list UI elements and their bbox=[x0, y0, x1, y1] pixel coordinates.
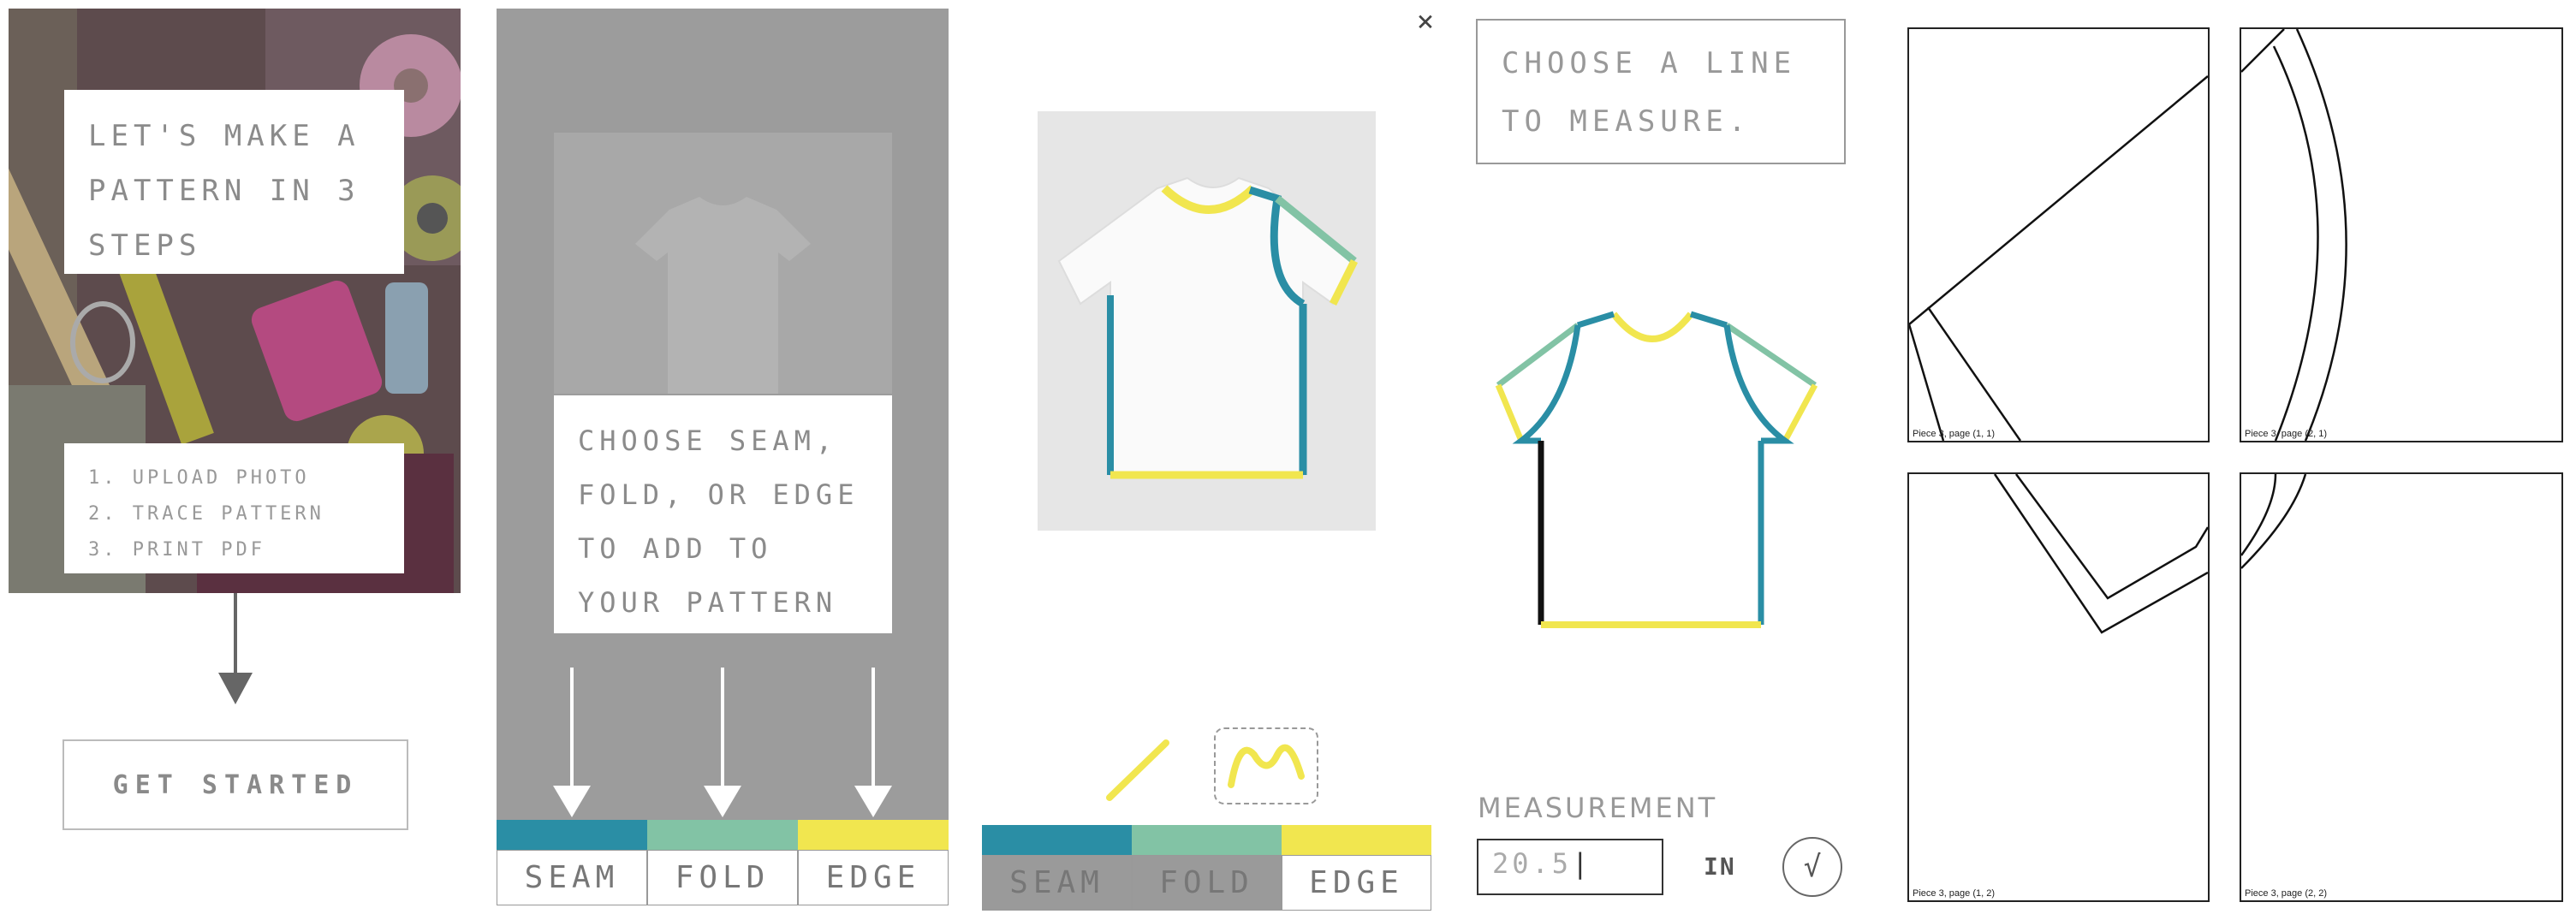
left-armhole-seam bbox=[1512, 324, 1581, 444]
collar-edge-line bbox=[1610, 312, 1694, 342]
pattern-piece-lines bbox=[2241, 474, 2307, 569]
p2-color-bar bbox=[497, 820, 949, 850]
seam-color-swatch bbox=[497, 820, 647, 850]
step-2: 2. TRACE PATTERN bbox=[88, 503, 324, 525]
tab-fold-label: FOLD bbox=[675, 860, 770, 895]
intro-title: LET'S MAKE A PATTERN IN 3 STEPS bbox=[64, 90, 404, 274]
right-sleeve-edge bbox=[1782, 383, 1818, 442]
page-label: Piece 3, page (1, 2) bbox=[1913, 888, 1996, 899]
edge-color-swatch bbox=[798, 820, 949, 850]
curve-line-icon bbox=[1228, 744, 1305, 788]
p2-tab-bar: SEAM FOLD EDGE bbox=[497, 850, 949, 905]
measurement-value: 20.5 bbox=[1492, 847, 1573, 880]
seam-color-swatch bbox=[982, 825, 1132, 855]
measurement-input[interactable]: 20.5| bbox=[1477, 839, 1663, 895]
traced-tshirt-icon bbox=[1057, 176, 1359, 479]
get-started-button[interactable]: GET STARTED bbox=[62, 739, 408, 830]
step-1: 1. UPLOAD PHOTO bbox=[88, 467, 310, 489]
steps-list: 1. UPLOAD PHOTO 2. TRACE PATTERN 3. PRIN… bbox=[64, 443, 404, 573]
tab-fold-label: FOLD bbox=[1159, 865, 1254, 900]
choose-line-instruction: CHOOSE A LINE TO MEASURE. bbox=[1476, 19, 1846, 164]
tab-fold[interactable]: FOLD bbox=[1132, 855, 1282, 911]
arrows-to-tabs bbox=[553, 668, 892, 817]
text-cursor: | bbox=[1572, 847, 1592, 880]
tab-seam-label: SEAM bbox=[1009, 865, 1104, 900]
straight-line-icon[interactable] bbox=[1104, 738, 1173, 802]
seam-fold-edge-instruction: CHOOSE SEAM, FOLD, OR EDGE TO ADD TO YOU… bbox=[554, 395, 892, 633]
pattern-piece-lines bbox=[1909, 75, 2208, 441]
arrow-down-icon bbox=[218, 593, 253, 704]
arrowhead-edge bbox=[854, 786, 892, 817]
pattern-piece-lines bbox=[2241, 29, 2347, 441]
unit-toggle[interactable]: IN bbox=[1704, 852, 1736, 881]
tshirt-diagram bbox=[1495, 311, 1818, 628]
tab-edge[interactable]: EDGE bbox=[1282, 855, 1431, 911]
pdf-page-1-2: Piece 3, page (1, 2) bbox=[1907, 472, 2210, 902]
tab-seam[interactable]: SEAM bbox=[497, 850, 647, 905]
page-label: Piece 3, page (2, 1) bbox=[2245, 429, 2328, 439]
tab-fold[interactable]: FOLD bbox=[647, 850, 798, 905]
page-label: Piece 3, page (1, 1) bbox=[1913, 429, 1996, 439]
pdf-page-1-1: Piece 3, page (1, 1) bbox=[1907, 27, 2210, 442]
tab-seam-label: SEAM bbox=[524, 860, 620, 895]
pattern-piece-lines bbox=[1993, 474, 2208, 634]
tab-seam[interactable]: SEAM bbox=[982, 855, 1132, 911]
left-shoulder-seam bbox=[1576, 311, 1615, 329]
tab-edge-label: EDGE bbox=[825, 860, 921, 895]
pdf-page-2-1: Piece 3, page (2, 1) bbox=[2240, 27, 2563, 442]
p3-tab-bar: SEAM FOLD EDGE bbox=[982, 855, 1431, 911]
arrowhead-seam bbox=[553, 786, 591, 817]
p3-color-bar bbox=[982, 825, 1431, 855]
tab-edge[interactable]: EDGE bbox=[798, 850, 949, 905]
step-3: 3. PRINT PDF bbox=[88, 539, 265, 561]
edge-color-swatch bbox=[1282, 825, 1431, 855]
left-sleeve-edge bbox=[1495, 383, 1525, 442]
shirt-photo-dimmed bbox=[554, 133, 892, 394]
pdf-page-2-2: Piece 3, page (2, 2) bbox=[2240, 472, 2563, 902]
curve-line-tool[interactable] bbox=[1214, 727, 1318, 804]
right-shoulder-seam bbox=[1689, 311, 1728, 329]
traced-shirt-photo bbox=[1038, 111, 1376, 531]
close-icon[interactable]: × bbox=[1411, 7, 1440, 36]
tshirt-icon bbox=[635, 197, 811, 394]
tab-edge-label: EDGE bbox=[1309, 865, 1404, 900]
arrowhead-fold bbox=[704, 786, 741, 817]
check-icon: √ bbox=[1803, 850, 1822, 884]
fold-color-swatch bbox=[1132, 825, 1282, 855]
page-label: Piece 3, page (2, 2) bbox=[2245, 888, 2328, 899]
measurement-label: MEASUREMENT bbox=[1478, 792, 1718, 824]
fold-color-swatch bbox=[647, 820, 798, 850]
confirm-check-button[interactable]: √ bbox=[1782, 837, 1842, 897]
